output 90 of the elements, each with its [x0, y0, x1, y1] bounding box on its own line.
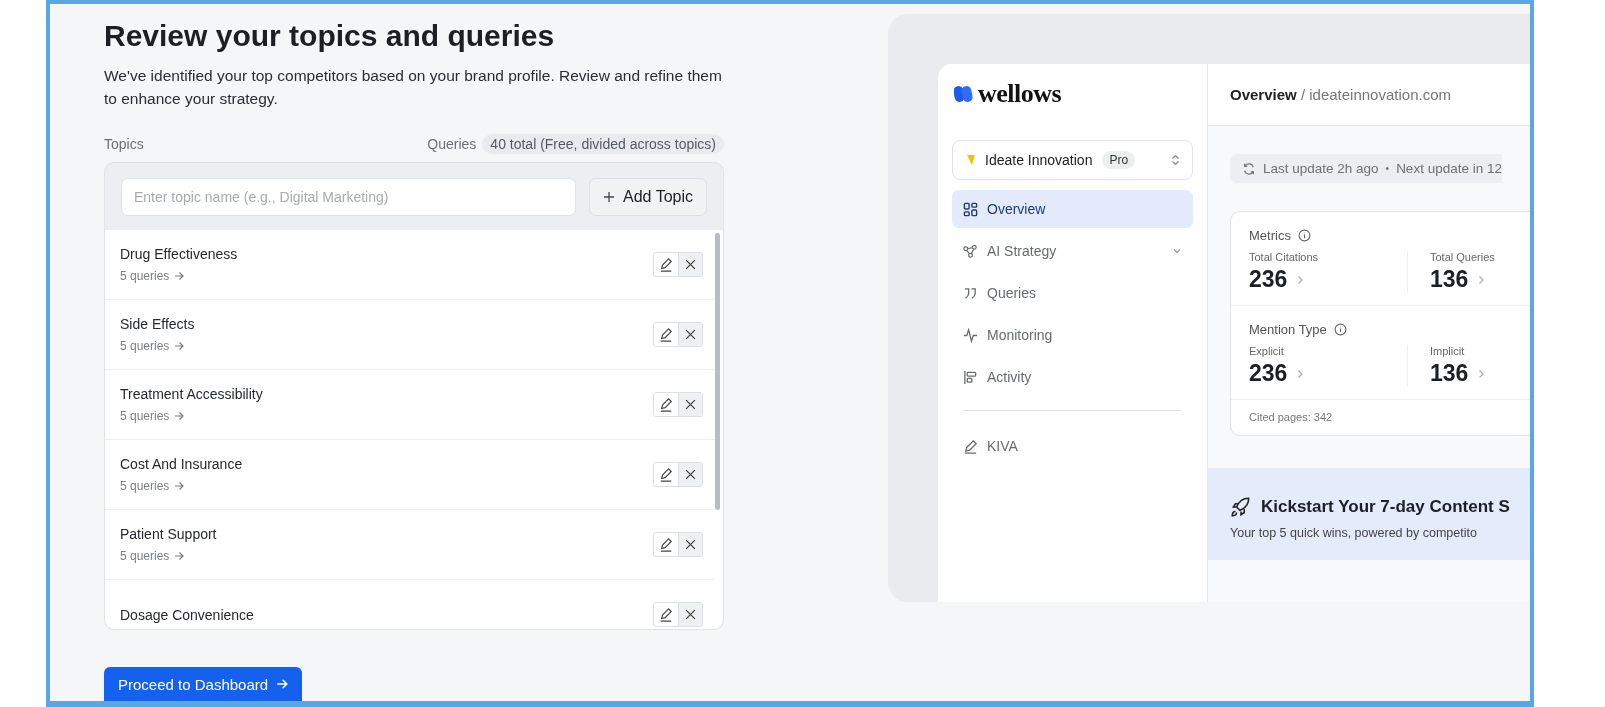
logo-icon	[954, 85, 974, 103]
remove-button[interactable]	[678, 323, 702, 346]
close-icon	[685, 399, 696, 410]
queries-link[interactable]: 5 queries	[120, 479, 243, 493]
topic-name: Side Effects	[120, 316, 195, 332]
arrow-right-icon	[174, 481, 185, 491]
scrollbar-thumb[interactable]	[715, 233, 720, 510]
banner-title: Kickstart Your 7-day Content S	[1261, 497, 1510, 517]
page-description: We've identified your top competitors based on your brand profile. Review and refine them to enhance your strategy.	[104, 66, 723, 109]
metric-label: Explicit	[1249, 345, 1285, 357]
flag-icon	[967, 155, 975, 165]
remove-button[interactable]	[678, 533, 702, 556]
nav-item[interactable]: Monitoring	[952, 316, 1193, 354]
arrow-right-icon	[174, 411, 185, 421]
pencil-icon	[659, 537, 673, 552]
last-update-text: Last update 2h ago	[1263, 161, 1379, 176]
queries-link[interactable]: 5 queries	[120, 409, 263, 423]
metric-value: 136	[1430, 266, 1469, 293]
metric-group-title: Metrics	[1249, 228, 1291, 243]
topics-label: Topics	[104, 136, 144, 152]
info-icon	[1333, 323, 1347, 336]
close-icon	[685, 609, 696, 620]
nav-item[interactable]: AI Strategy	[952, 232, 1193, 270]
chevron-right-icon	[1478, 274, 1486, 285]
nav-item[interactable]: KIVA	[952, 427, 1193, 465]
topic-name: Drug Effectiveness	[120, 246, 238, 262]
grid-icon	[963, 201, 978, 217]
queries-link[interactable]: 5 queries	[120, 549, 217, 563]
workspace-name: Ideate Innovation	[985, 152, 1093, 168]
next-update-text: Next update in 12	[1396, 161, 1502, 176]
arrow-right-icon	[174, 271, 185, 281]
topic-name-field[interactable]: Enter topic name (e.g., Digital Marketing)	[121, 178, 576, 216]
quote-icon	[963, 285, 978, 301]
close-icon	[685, 329, 696, 340]
nav-item[interactable]: Activity	[952, 358, 1193, 396]
nav-item[interactable]: Queries	[952, 274, 1193, 312]
topic-name: Treatment Accessibility	[120, 386, 263, 402]
breadcrumb: Overview / ideateinnovation.com	[1230, 86, 1451, 103]
close-icon	[685, 259, 696, 270]
remove-button[interactable]	[678, 463, 702, 486]
close-icon	[685, 539, 696, 550]
remove-button[interactable]	[678, 393, 702, 416]
pencil-icon	[659, 607, 673, 622]
topic-name: Cost And Insurance	[120, 456, 243, 472]
workspace-selector[interactable]: Ideate Innovation Pro	[952, 140, 1193, 180]
chevron-right-icon	[1478, 368, 1486, 379]
page-title: Review your topics and queries	[104, 18, 556, 54]
arrow-right-icon	[276, 678, 289, 691]
metric-value: 236	[1249, 266, 1288, 293]
metric-label: Implicit	[1430, 345, 1466, 357]
refresh-icon	[1242, 161, 1256, 176]
queries-link[interactable]: 5 queries	[120, 269, 238, 283]
remove-button[interactable]	[678, 603, 702, 626]
pencil-icon	[659, 257, 673, 272]
topic-name: Patient Support	[120, 526, 217, 542]
arrow-right-icon	[174, 551, 185, 561]
plan-badge: Pro	[1102, 151, 1136, 169]
metric-value: 136	[1430, 360, 1469, 387]
proceed-button[interactable]: Proceed to Dashboard	[104, 667, 303, 701]
pencil-icon	[659, 467, 673, 482]
metric-group-title: Mention Type	[1249, 322, 1327, 337]
pulse-icon	[963, 327, 978, 343]
pencil-icon	[659, 397, 673, 412]
cited-pages-text: Cited pages: 342	[1248, 410, 1334, 425]
topic-name: Dosage Convenience	[120, 606, 254, 623]
chevron-right-icon	[1297, 274, 1305, 285]
arrow-right-icon	[174, 341, 185, 351]
queries-label: Queries	[427, 136, 477, 152]
pencil-icon	[659, 327, 673, 342]
metric-label: Total Queries	[1430, 251, 1496, 263]
metric-label: Total Citations	[1249, 251, 1320, 263]
nodes-icon	[963, 243, 978, 259]
close-icon	[685, 469, 696, 480]
queries-total-badge: 40 total (Free, divided across topics)	[482, 134, 724, 154]
info-icon	[1297, 229, 1311, 242]
chevron-down-icon	[1172, 246, 1182, 256]
activity-icon	[963, 369, 978, 385]
add-topic-button[interactable]: Add Topic	[589, 178, 707, 216]
remove-button[interactable]	[678, 253, 702, 276]
banner-subtitle: Your top 5 quick wins, powered by competito	[1230, 526, 1478, 540]
separator-dot: •	[1385, 163, 1390, 174]
metric-value: 236	[1249, 360, 1288, 387]
chevron-updown-icon	[1171, 154, 1180, 166]
rocket-icon	[1230, 496, 1252, 518]
chevron-right-icon	[1297, 368, 1305, 379]
plus-icon	[603, 191, 615, 203]
queries-link[interactable]: 5 queries	[120, 339, 195, 353]
pen-icon	[963, 438, 978, 454]
logo-text: wellows	[978, 79, 1062, 109]
nav-item[interactable]: Overview	[952, 190, 1193, 228]
